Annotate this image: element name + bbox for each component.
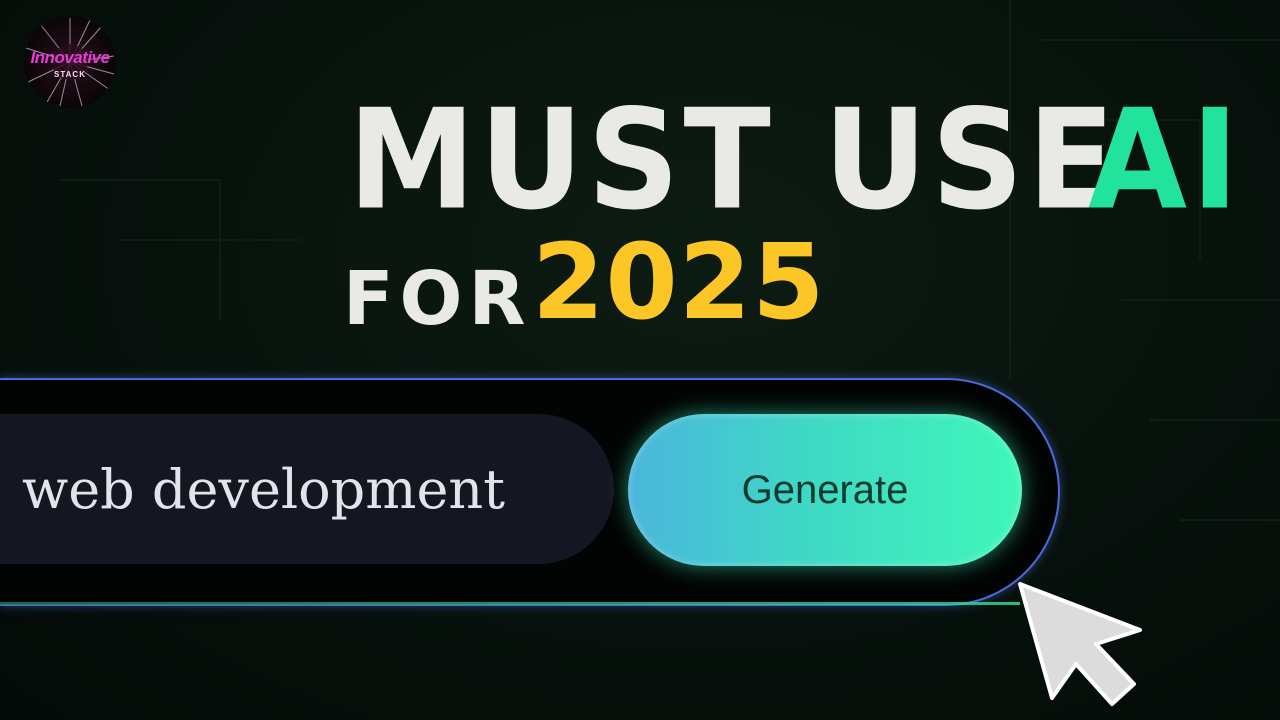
search-bar-underline <box>0 602 1020 605</box>
logo-name: Innovative <box>30 48 110 67</box>
mouse-pointer-arrow-icon <box>1018 582 1142 706</box>
headline-ai-highlight: AI <box>1088 80 1243 242</box>
generate-button-label: Generate <box>741 467 909 512</box>
headline-for: FOR <box>343 256 532 342</box>
channel-logo: Innovative STACK <box>24 16 116 108</box>
logo-subtitle: STACK <box>54 70 86 79</box>
headline-line1: MUST USE <box>348 80 1119 242</box>
generate-button[interactable]: Generate <box>628 414 1022 566</box>
headline-year: 2025 <box>532 221 826 343</box>
search-input[interactable]: web development <box>0 414 614 564</box>
search-input-value: web development <box>22 457 505 521</box>
